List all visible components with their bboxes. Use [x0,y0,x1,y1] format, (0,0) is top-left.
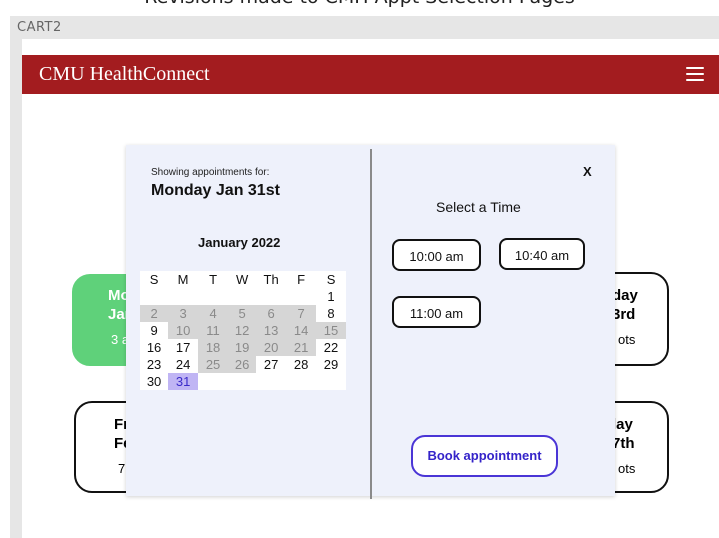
time-slot-button[interactable]: 11:00 am [392,296,481,328]
calendar-day-selected[interactable]: 31 [168,373,199,390]
calendar-day: 10 [168,322,199,339]
calendar-grid: S M T W Th F S 1 2 3 4 5 6 7 8 9 10 11 12 13 14 15 16 17 18 19 20… [140,271,347,390]
card-slots-count: ots [618,461,636,476]
page-caption: Revisions made to CMH Appt Selection Pag… [0,0,719,8]
calendar-day[interactable]: 24 [168,356,198,373]
calendar-week-row: 23 24 25 26 27 28 29 [140,356,346,373]
time-slot-button[interactable]: 10:00 am [392,239,481,271]
calendar-day[interactable]: 8 [316,305,346,322]
calendar-empty-cell [256,288,286,305]
calendar-week-row: 1 [140,288,346,305]
calendar-empty-cell [198,373,228,390]
calendar-day[interactable]: 28 [286,356,316,373]
calendar-day: 2 [140,305,169,322]
calendar-empty-cell [228,288,256,305]
calendar-empty-cell [256,373,286,390]
app-header: CMU HealthConnect [22,55,719,94]
weekday-label: S [149,272,159,287]
calendar-empty-cell [198,288,228,305]
card-title-line2: 3rd [612,306,636,323]
selected-date: Monday Jan 31st [151,182,280,199]
calendar-week-row: 9 10 11 12 13 14 15 [140,322,347,339]
calendar-day: 7 [286,305,317,322]
calendar-day[interactable]: 9 [140,322,168,339]
calendar-day: 3 [168,305,199,322]
appointment-modal: Showing appointments for: Monday Jan 31s… [126,145,615,499]
calendar-day: 14 [286,322,317,339]
calendar-day: 13 [256,322,287,339]
calendar-week-row: 16 17 18 19 20 21 22 [140,339,346,356]
select-time-heading: Select a Time [436,199,521,215]
calendar-day: 26 [228,356,257,373]
weekday-label: Th [263,272,279,287]
weekday-label: S [326,272,336,287]
card-slots-count: ots [618,332,636,347]
calendar-empty-cell [316,373,346,390]
calendar-day: 12 [228,322,257,339]
calendar-empty-cell [140,288,168,305]
calendar-empty-cell [168,288,198,305]
calendar-day[interactable]: 27 [256,356,286,373]
calendar-day[interactable]: 23 [140,356,168,373]
weekday-label: W [235,272,249,287]
calendar-empty-cell [286,288,316,305]
frame-label: CART2 [17,20,62,35]
card-title-line1: lay [612,416,633,433]
calendar-empty-cell [286,373,316,390]
time-slot-button[interactable]: 10:40 am [499,238,585,270]
calendar-day: 6 [256,305,287,322]
book-appointment-button[interactable]: Book appointment [411,435,558,477]
calendar-empty-cell [228,373,256,390]
calendar-day: 4 [198,305,229,322]
calendar-day[interactable]: 22 [316,339,346,356]
calendar-day[interactable]: 29 [316,356,346,373]
modal-divider [370,149,372,499]
calendar-day: 19 [228,339,257,356]
calendar-week-row: 2345678 [140,305,346,322]
calendar-day[interactable]: 30 [140,373,168,390]
close-icon[interactable]: X [583,164,592,179]
calendar-day: 21 [286,339,317,356]
card-title-line2: 7th [612,435,635,452]
calendar-day[interactable]: 16 [140,339,168,356]
calendar-weekday-header: S M T W Th F S [140,271,346,288]
weekday-label: F [297,272,306,287]
calendar-month-label: January 2022 [198,235,281,250]
calendar-day: 20 [256,339,287,356]
app-title: CMU HealthConnect [39,63,210,85]
weekday-label: T [209,272,218,287]
calendar-day: 18 [198,339,229,356]
weekday-label: M [177,272,189,287]
calendar-week-row: 30 31 [140,373,346,390]
card-title-line1: day [612,287,638,304]
calendar-day: 15 [316,322,347,339]
calendar-day[interactable]: 1 [316,288,346,305]
calendar-day: 25 [198,356,229,373]
showing-label: Showing appointments for: [151,167,270,178]
hamburger-menu-icon[interactable] [686,67,704,81]
calendar-day: 11 [198,322,229,339]
calendar-day: 5 [228,305,257,322]
calendar-day[interactable]: 17 [168,339,198,356]
